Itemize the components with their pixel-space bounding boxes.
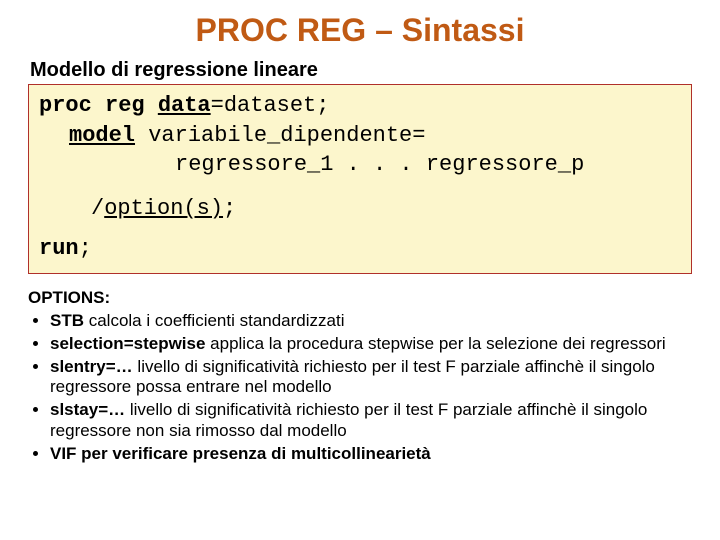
- options-list: STB calcola i coefficienti standardizzat…: [28, 311, 692, 464]
- code-option: option(s): [104, 196, 223, 221]
- kw-proc-reg: proc reg: [39, 93, 145, 118]
- code-line-run: run;: [39, 234, 681, 264]
- option-bold: STB: [50, 311, 84, 330]
- code-slash: /: [91, 196, 104, 221]
- kw-data: data: [158, 93, 211, 118]
- code-option-semi: ;: [223, 196, 236, 221]
- code-data-rest: =dataset;: [211, 93, 330, 118]
- option-bold: slstay=…: [50, 400, 125, 419]
- options-header: OPTIONS:: [28, 288, 692, 309]
- option-item: STB calcola i coefficienti standardizzat…: [50, 311, 692, 332]
- kw-model: model: [69, 123, 135, 148]
- option-item: slentry=… livello di significatività ric…: [50, 357, 692, 398]
- option-item: selection=stepwise applica la procedura …: [50, 334, 692, 355]
- options-section: OPTIONS: STB calcola i coefficienti stan…: [28, 288, 692, 464]
- option-bold: selection=stepwise: [50, 334, 205, 353]
- option-text: livello di significatività richiesto per…: [50, 357, 655, 397]
- slide-subtitle: Modello di regressione lineare: [30, 59, 692, 82]
- slide: PROC REG – Sintassi Modello di regressio…: [0, 0, 720, 540]
- code-line-regressors: regressore_1 . . . regressore_p: [39, 150, 681, 180]
- option-text: applica la procedura stepwise per la sel…: [205, 334, 665, 353]
- option-bold: slentry=…: [50, 357, 133, 376]
- code-model-rest: variabile_dipendente=: [135, 123, 425, 148]
- option-bold: VIF per verificare presenza di multicoll…: [50, 444, 431, 463]
- option-item: slstay=… livello di significatività rich…: [50, 400, 692, 441]
- code-block: proc reg data=dataset; model variabile_d…: [28, 84, 692, 274]
- code-line-options: /option(s);: [39, 194, 681, 224]
- option-text: livello di significatività richiesto per…: [50, 400, 647, 440]
- code-line-proc: proc reg data=dataset;: [39, 91, 681, 121]
- option-item: VIF per verificare presenza di multicoll…: [50, 444, 692, 465]
- code-line-model: model variabile_dipendente=: [39, 121, 681, 151]
- code-run-semi: ;: [79, 236, 92, 261]
- slide-title: PROC REG – Sintassi: [28, 12, 692, 49]
- kw-run: run: [39, 236, 79, 261]
- option-text: calcola i coefficienti standardizzati: [84, 311, 345, 330]
